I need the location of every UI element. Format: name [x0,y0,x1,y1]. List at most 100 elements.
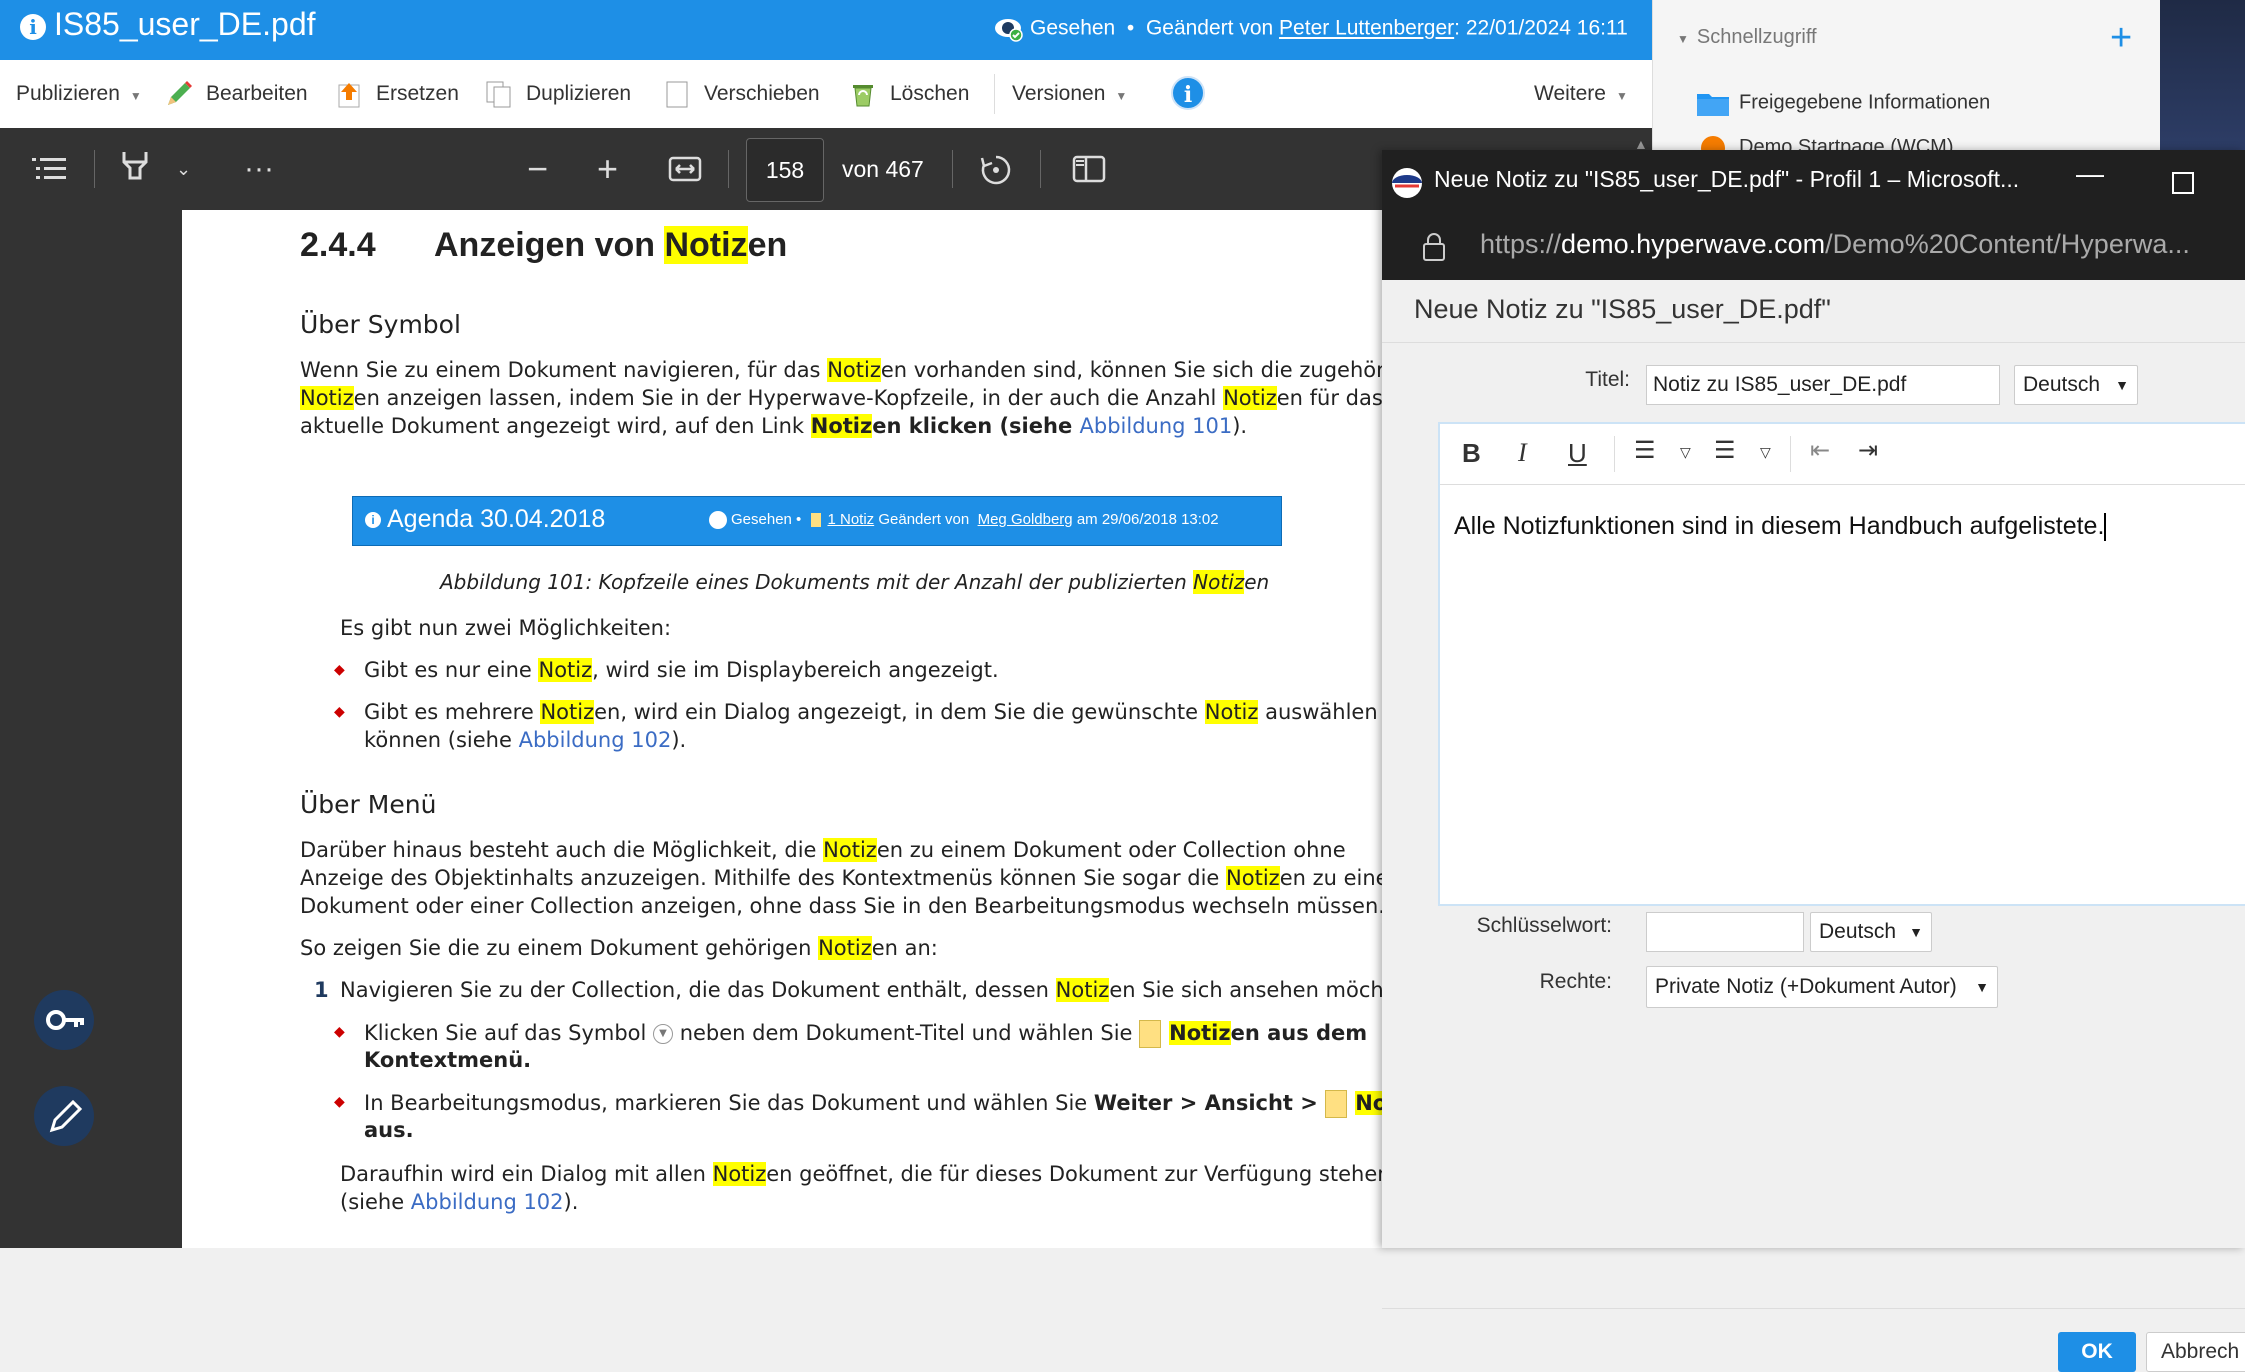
editor-toolbar: B I U ☰ ▽ ☰ ▽ ⇤ ⇥ [1440,424,2245,485]
pencil-icon [168,81,192,106]
text-span: Anzeige des Objektinhalts anzuzeigen. Mi… [300,866,1227,890]
keyword-language-select[interactable]: Deutsch ▼ [1810,912,1932,952]
select-value: Private Notiz (+Dokument Autor) [1655,975,1957,998]
chevron-down-icon[interactable]: ▽ [1760,444,1771,461]
paragraph-line: aktuelle Dokument angezeigt wird, auf de… [300,414,1247,438]
add-plus-icon[interactable]: + [2110,18,2132,58]
text-span: neben dem Dokument-Titel und wählen Sie [673,1021,1140,1045]
minimize-icon[interactable]: — [2076,158,2104,190]
fit-width-icon[interactable] [668,154,702,184]
figure-link[interactable]: Abbildung 102 [519,728,672,752]
author-link[interactable]: Peter Luttenberger [1279,17,1454,40]
highlight-span: Notiz [827,358,881,382]
text-span: en zu einem Dokument oder Collection ohn… [876,838,1346,862]
ok-button[interactable]: OK [2058,1332,2136,1372]
text-span: /Demo%20Content/Hyperwa... [1825,229,2190,259]
replace-button[interactable]: Ersetzen [334,60,459,128]
url-text[interactable]: https://demo.hyperwave.com/Demo%20Conten… [1480,229,2190,260]
bullet-diamond-icon: ◆ [334,1024,345,1040]
bullet-item-cont: aus. [364,1118,414,1142]
chevron-down-icon: ▼ [1615,89,1628,103]
bold-button[interactable]: B [1462,438,1481,469]
more-button[interactable]: Weitere ▼ [1534,60,1628,128]
bullet-item: Gibt es mehrere Notizen, wird ein Dialog… [364,700,1378,724]
edit-label: Bearbeiten [206,82,308,105]
italic-button[interactable]: I [1518,438,1527,468]
highlighter-icon[interactable] [120,148,150,188]
paragraph-line: Daraufhin wird ein Dialog mit allen Noti… [340,1162,1391,1186]
text-span: 1 Notiz [827,511,875,528]
quick-access-item-label: Freigegebene Informationen [1739,91,1991,114]
chevron-down-icon[interactable]: ▽ [1680,444,1691,461]
maximize-icon[interactable] [2172,172,2194,194]
select-value: Deutsch [1819,920,1897,943]
title-input[interactable]: Notiz zu IS85_user_DE.pdf [1646,365,2000,405]
text-span: aktuelle Dokument angezeigt wird, auf de… [300,414,811,438]
bullet-diamond-icon: ◆ [334,704,345,720]
editor-content[interactable]: Alle Notizfunktionen sind in diesem Hand… [1454,512,2107,542]
notes-icon [1325,1090,1348,1118]
paragraph-line: Dokument oder einer Collection anzeigen,… [300,894,1385,918]
edit-button[interactable]: Bearbeiten [164,60,308,128]
publish-button[interactable]: Publizieren ▼ [16,60,142,128]
popup-window-title: Neue Notiz zu "IS85_user_DE.pdf" - Profi… [1434,166,2020,192]
document-header: i IS85_user_DE.pdf Gesehen • Geändert vo… [0,0,1652,60]
browser-icon [1392,168,1422,198]
highlight-span: Notiz [1055,978,1110,1002]
popup-titlebar: Neue Notiz zu "IS85_user_DE.pdf" - Profi… [1382,150,2245,214]
bullet-list-icon[interactable]: ☰ [1714,436,1736,465]
separator-dot: • [1121,16,1146,40]
step-text: Navigieren Sie zu der Collection, die da… [340,978,1425,1002]
page-number-input[interactable]: 158 [746,138,824,202]
quick-access-item-startpage[interactable]: Demo Startpage (WCM) [1695,136,1954,150]
page-count: von 467 [842,156,924,182]
delete-button[interactable]: Löschen [848,60,969,128]
text-span: Gibt es nur eine [364,658,539,682]
section-number: 2.4.4 [300,226,376,264]
text-span: auswählen [1258,700,1378,724]
underline-button[interactable]: U [1568,438,1587,469]
bullet-item: In Bearbeitungsmodus, markieren Sie das … [364,1090,1446,1118]
paragraph-line: Es gibt nun zwei Möglichkeiten: [340,616,672,640]
bullet-item: Klicken Sie auf das Symbol ▼ neben dem D… [364,1020,1367,1048]
title-language-select[interactable]: Deutsch ▼ [2014,365,2138,405]
quick-access-item-shared[interactable]: Freigegebene Informationen [1695,88,1990,118]
rights-label: Rechte: [1539,970,1612,993]
text-span: en [1244,570,1270,594]
versions-button[interactable]: Versionen ▼ [1012,60,1127,128]
bullet-item-cont: können (siehe Abbildung 102). [364,728,686,752]
rotate-icon[interactable] [978,152,1014,188]
zoom-in-icon[interactable]: + [597,128,618,210]
text-span: en [747,226,788,264]
duplicate-button[interactable]: Duplizieren [484,60,631,128]
info-circle-icon[interactable]: i [1171,76,1205,110]
desktop-background [2160,0,2245,150]
divider [1382,1308,2245,1309]
collapse-triangle-icon: ▼ [1677,32,1689,46]
page-view-icon[interactable] [1072,154,1106,184]
zoom-out-icon[interactable]: − [527,128,548,210]
pdf-toolbar-divider [94,150,95,188]
chevron-down-icon: ▼ [1115,89,1128,103]
chevron-down-icon[interactable]: ⌄ [176,128,191,210]
more-label: Weitere [1534,82,1606,105]
quick-access-header[interactable]: ▼ Schnellzugriff [1677,26,1817,49]
replace-label: Ersetzen [376,82,459,105]
figure-link[interactable]: Abbildung 101 [1080,414,1233,438]
figure-link[interactable]: Abbildung 102 [411,1190,564,1214]
duplicate-icon [486,81,511,108]
figure-caption: Abbildung 101: Kopfzeile eines Dokuments… [440,570,1269,594]
numbered-list-icon[interactable]: ☰ [1634,436,1656,465]
chevron-down-icon: ▼ [1909,924,1923,940]
info-icon[interactable]: i [20,14,46,40]
toolbar-divider [1790,436,1791,472]
outdent-icon[interactable]: ⇤ [1810,436,1830,465]
outline-list-icon[interactable] [32,154,68,184]
move-button[interactable]: Verschieben [662,60,820,128]
keyword-input[interactable] [1646,912,1804,952]
indent-icon[interactable]: ⇥ [1858,436,1878,465]
rights-select[interactable]: Private Notiz (+Dokument Autor) ▼ [1646,966,1998,1008]
more-options-icon[interactable]: ··· [244,128,274,210]
cancel-button[interactable]: Abbrech [2146,1332,2245,1372]
text-span: Meg Goldberg [977,511,1073,528]
